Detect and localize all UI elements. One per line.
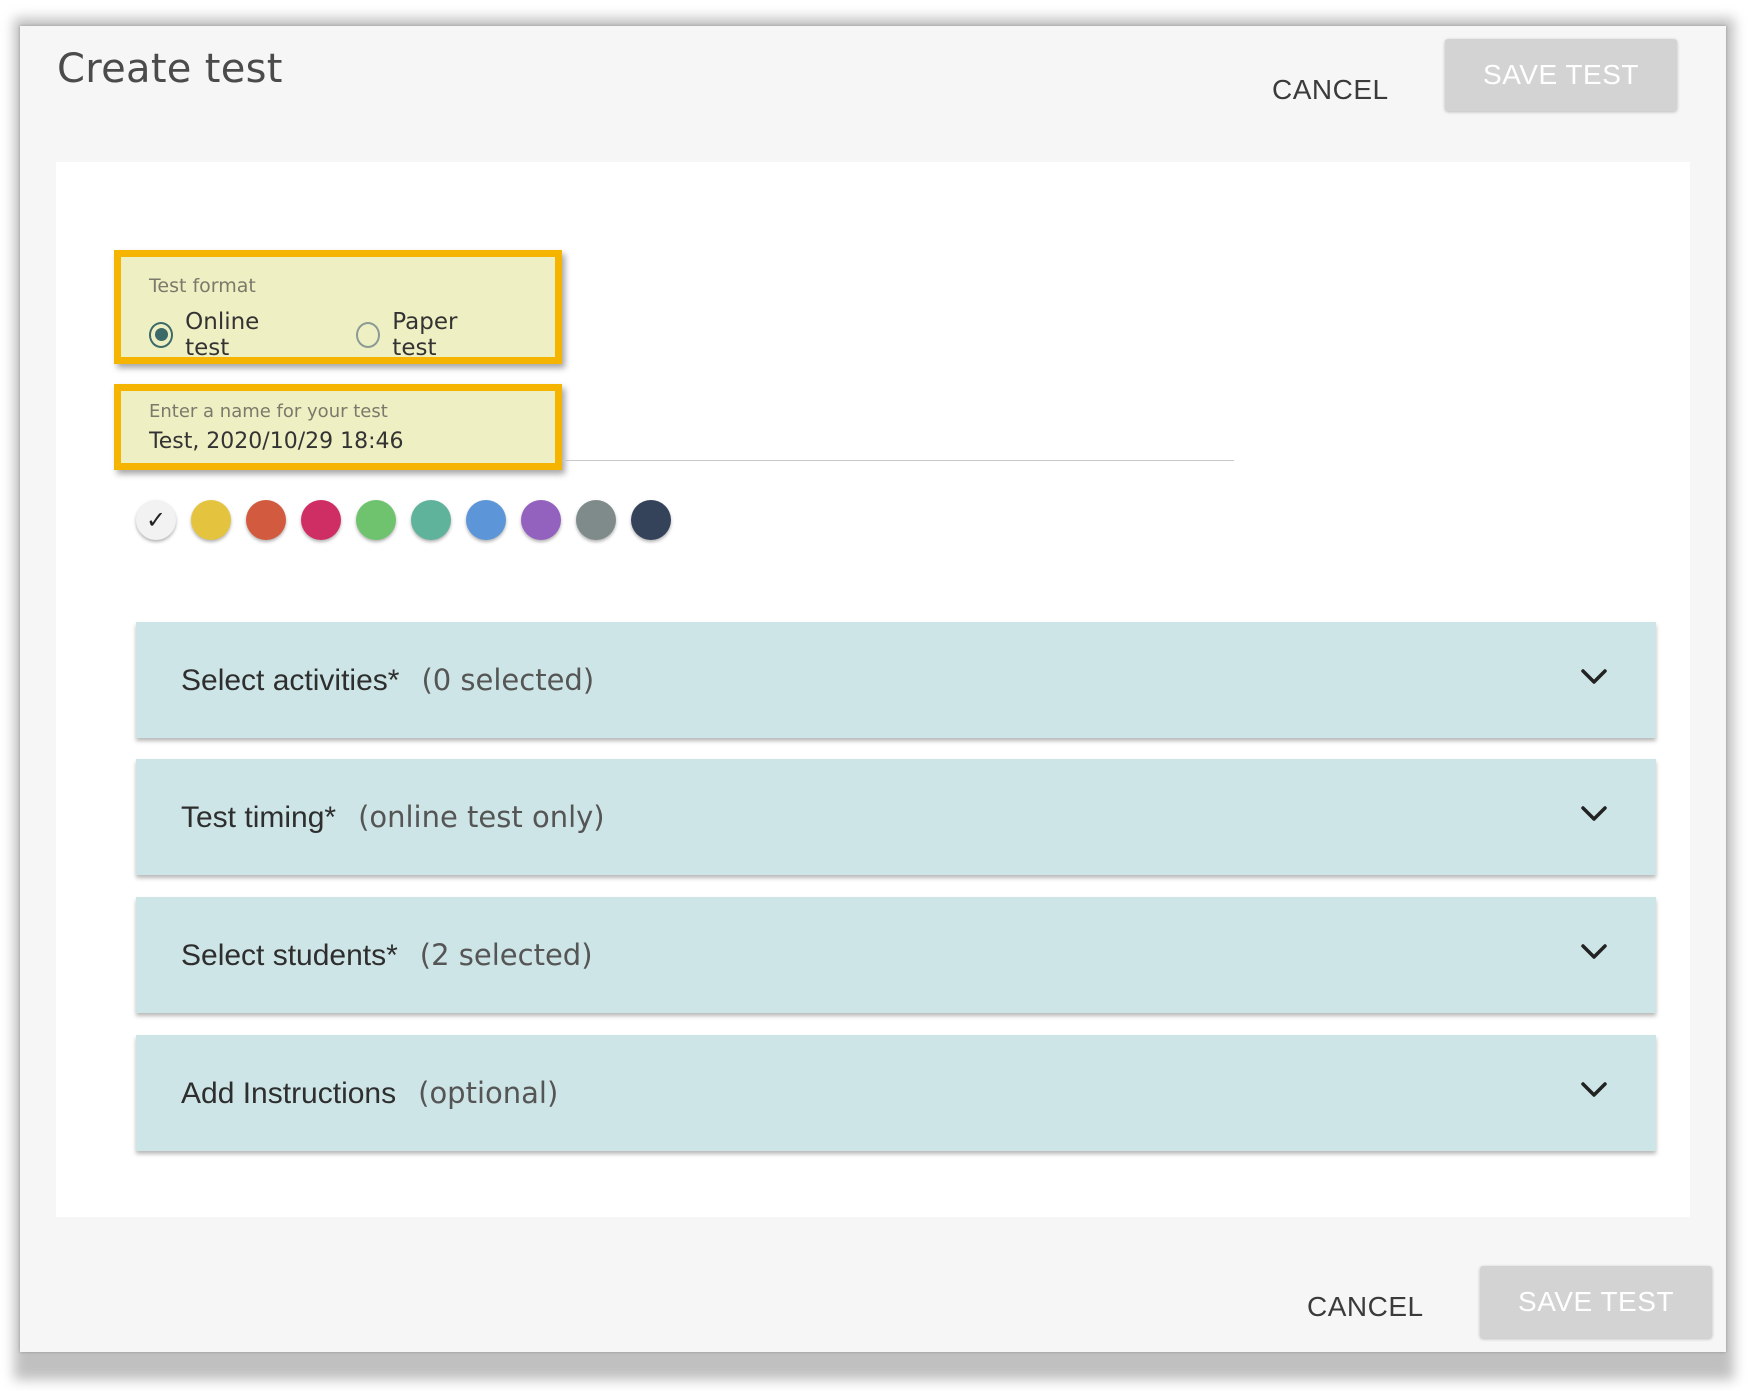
dialog-title: Create test (57, 46, 283, 92)
section-title: Select students* (2 selected) (181, 938, 593, 973)
section-subtitle: (online test only) (358, 799, 605, 834)
test-format-options: Online test Paper test (149, 309, 555, 361)
section-subtitle: (2 selected) (419, 937, 593, 972)
cancel-button-top[interactable]: CANCEL (1272, 74, 1389, 106)
chevron-down-icon[interactable] (1580, 803, 1608, 825)
chevron-down-icon[interactable] (1580, 666, 1608, 688)
radio-paper-test[interactable]: Paper test (356, 309, 499, 361)
section-title-text: Test timing* (181, 800, 337, 834)
test-format-group: Test format Online test Paper test (114, 250, 562, 364)
radio-paper-test-label: Paper test (392, 309, 458, 361)
color-swatch-yellow[interactable] (191, 500, 231, 540)
test-name-field: Enter a name for your test (114, 384, 562, 470)
save-test-button-top[interactable]: SAVE TEST (1445, 39, 1677, 111)
chevron-down-icon[interactable] (1580, 941, 1608, 963)
section-title-text: Select activities* (181, 663, 400, 697)
radio-unchecked-icon (356, 322, 381, 348)
screen: Create test CANCEL SAVE TEST Test format… (0, 0, 1757, 1391)
chevron-down-icon[interactable] (1580, 1079, 1608, 1101)
create-test-dialog: Create test CANCEL SAVE TEST Test format… (20, 26, 1726, 1352)
radio-checked-icon (149, 322, 174, 348)
section-select-activities[interactable]: Select activities* (0 selected) (136, 622, 1656, 738)
test-format-label: Test format (149, 275, 256, 297)
color-swatch-pink[interactable] (301, 500, 341, 540)
test-name-label: Enter a name for your test (149, 401, 388, 422)
test-name-underline (562, 460, 1234, 461)
section-subtitle: (0 selected) (421, 662, 595, 697)
color-swatch-white[interactable]: ✓ (136, 500, 176, 540)
color-swatch-navy[interactable] (631, 500, 671, 540)
color-swatch-teal[interactable] (411, 500, 451, 540)
radio-online-test[interactable]: Online test (149, 309, 300, 361)
color-swatch-green[interactable] (356, 500, 396, 540)
section-title: Select activities* (0 selected) (181, 663, 594, 698)
color-swatch-gray[interactable] (576, 500, 616, 540)
cancel-button-bottom[interactable]: CANCEL (1307, 1291, 1424, 1323)
color-swatch-orange[interactable] (246, 500, 286, 540)
color-swatch-blue[interactable] (466, 500, 506, 540)
save-test-button-bottom[interactable]: SAVE TEST (1480, 1266, 1712, 1338)
test-name-input[interactable] (149, 429, 549, 454)
section-title: Add Instructions (optional) (181, 1076, 558, 1111)
section-select-students[interactable]: Select students* (2 selected) (136, 897, 1656, 1013)
section-title-text: Select students* (181, 938, 398, 972)
section-title: Test timing* (online test only) (181, 800, 605, 835)
check-icon: ✓ (145, 506, 167, 534)
section-subtitle: (optional) (418, 1075, 559, 1110)
color-picker: ✓ (136, 500, 671, 540)
radio-online-test-label: Online test (185, 309, 260, 361)
color-swatch-purple[interactable] (521, 500, 561, 540)
section-add-instructions[interactable]: Add Instructions (optional) (136, 1035, 1656, 1151)
section-title-text: Add Instructions (181, 1076, 397, 1110)
section-test-timing[interactable]: Test timing* (online test only) (136, 759, 1656, 875)
form-panel: Test format Online test Paper test Enter… (56, 162, 1690, 1217)
